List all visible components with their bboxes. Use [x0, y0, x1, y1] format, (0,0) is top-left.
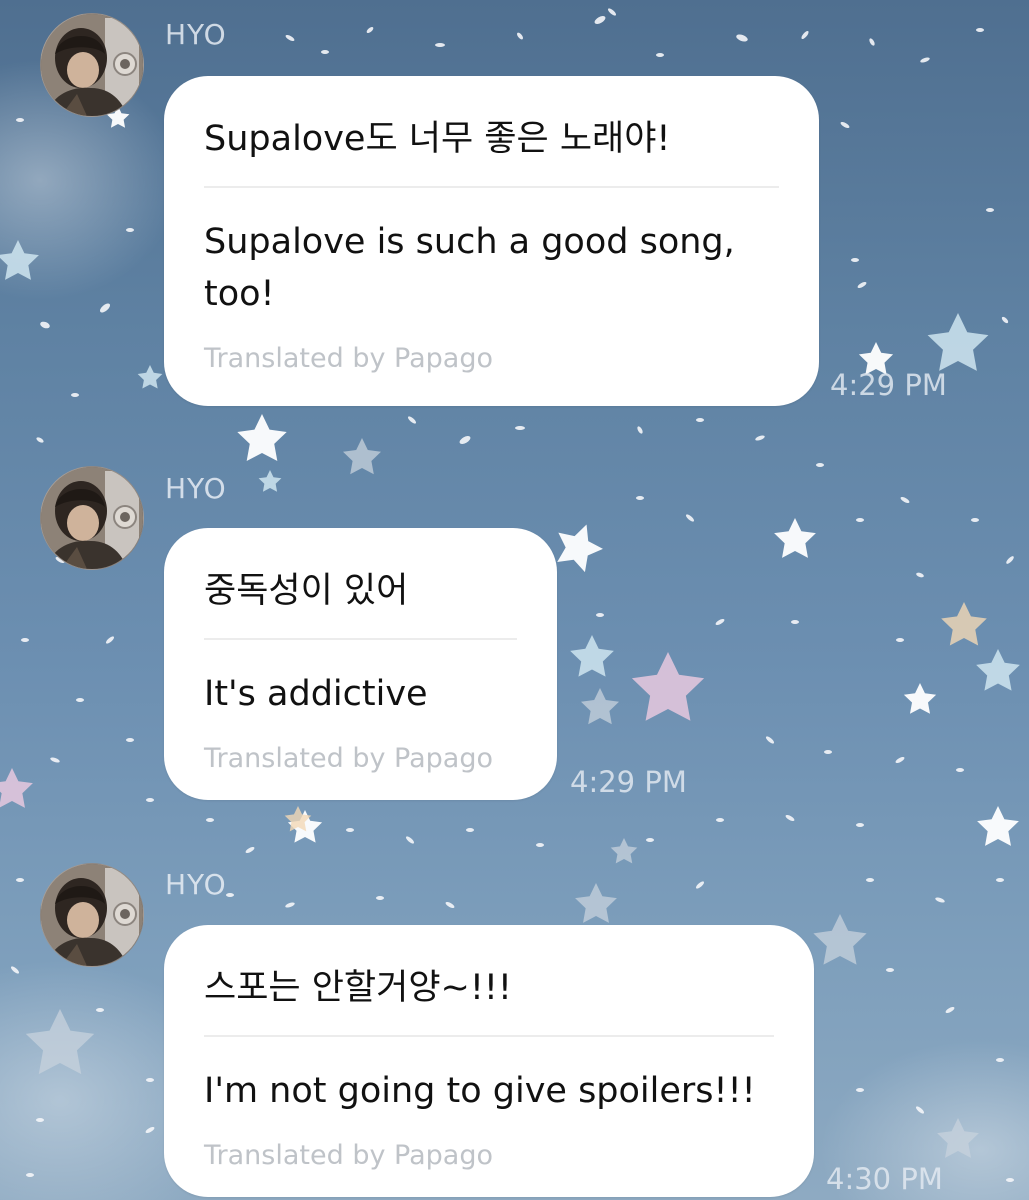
translated-message-text: Supalove is such a good song, too! — [204, 222, 735, 314]
original-message-text: 중독성이 있어 — [204, 528, 517, 640]
avatar[interactable] — [40, 863, 144, 967]
profile-photo-icon — [41, 467, 143, 569]
message-bubble[interactable]: 중독성이 있어 It's addictive Translated by Pap… — [164, 528, 557, 800]
message-bubble[interactable]: 스포는 안할거양~!!! I'm not going to give spoil… — [164, 925, 814, 1197]
profile-photo-icon — [41, 864, 143, 966]
message-timestamp: 4:30 PM — [826, 1162, 943, 1196]
message-timestamp: 4:29 PM — [830, 368, 947, 402]
profile-photo-icon — [41, 14, 143, 116]
translated-message-text: It's addictive — [204, 674, 428, 714]
avatar[interactable] — [40, 13, 144, 117]
translation-credit: Translated by Papago — [204, 743, 493, 774]
translated-message-text: I'm not going to give spoilers!!! — [204, 1071, 756, 1111]
sender-name: HYO — [165, 868, 227, 901]
original-message-text: 스포는 안할거양~!!! — [204, 925, 774, 1037]
translation-credit: Translated by Papago — [204, 1140, 493, 1171]
sender-name: HYO — [165, 18, 227, 51]
sender-name: HYO — [165, 472, 227, 505]
message-timestamp: 4:29 PM — [570, 765, 687, 799]
message-bubble[interactable]: Supalove도 너무 좋은 노래야! Supalove is such a … — [164, 76, 819, 406]
original-message-text: Supalove도 너무 좋은 노래야! — [204, 76, 779, 188]
avatar[interactable] — [40, 466, 144, 570]
translation-credit: Translated by Papago — [204, 343, 493, 374]
chat-screen: HYO Supalove도 너무 좋은 노래야! Supalove is suc… — [0, 0, 1029, 1200]
